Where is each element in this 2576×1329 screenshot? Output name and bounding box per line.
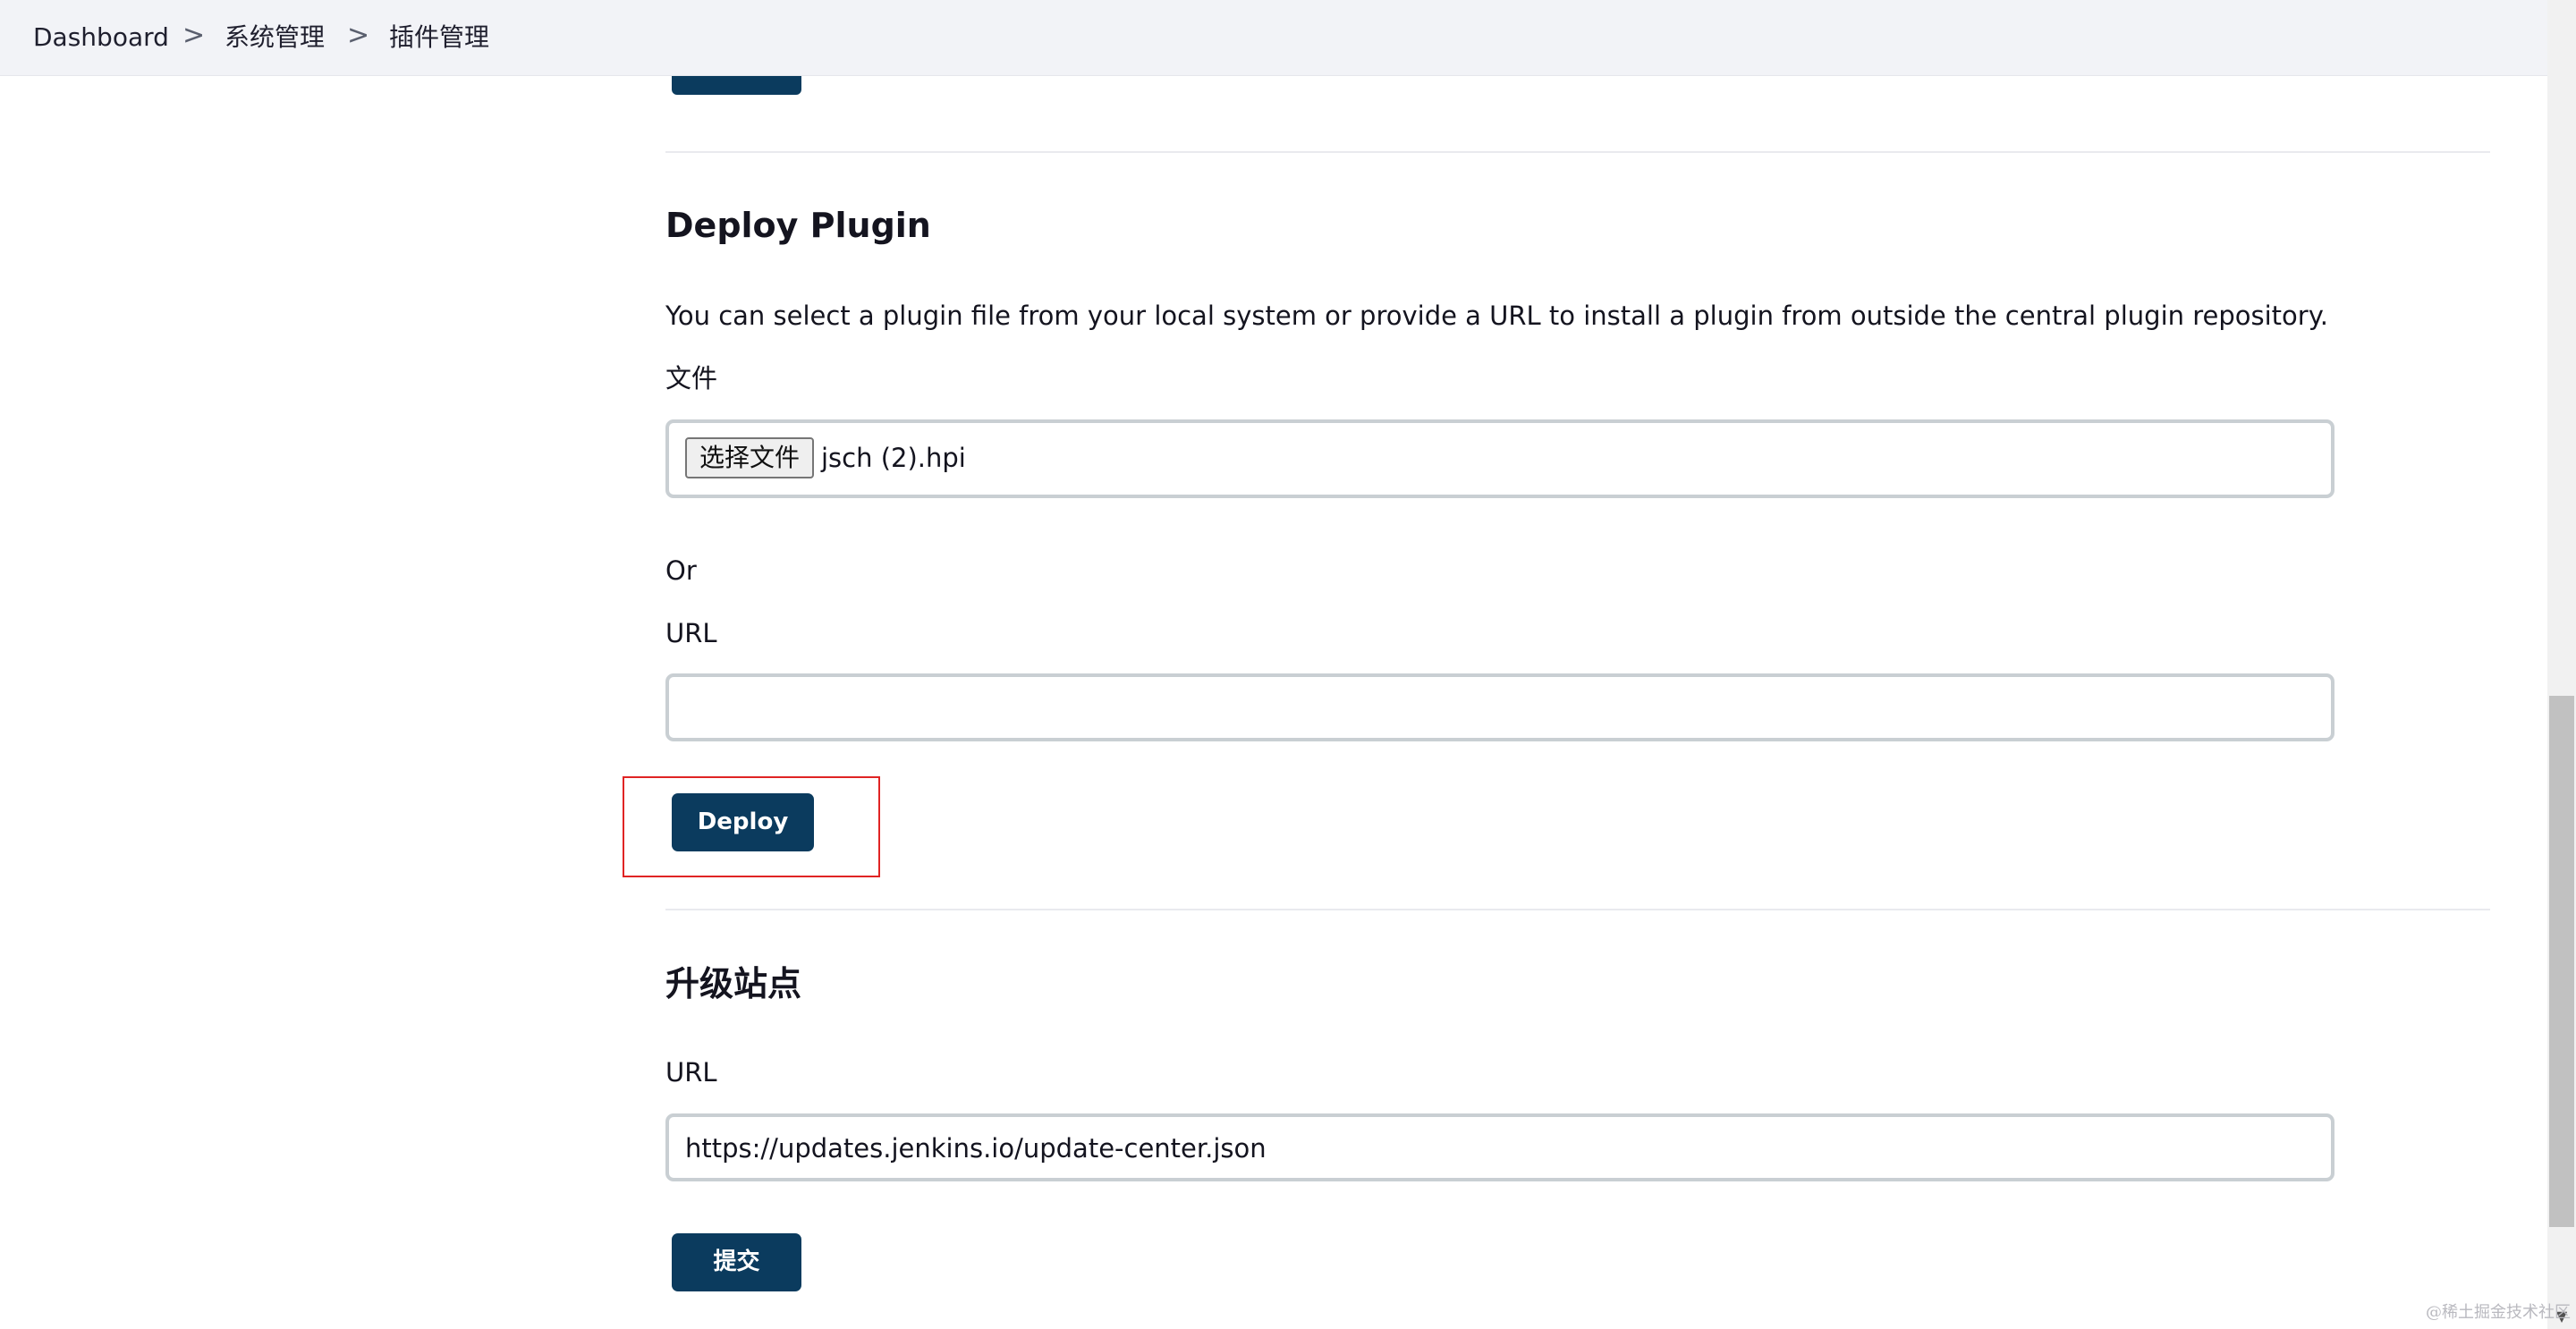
breadcrumb-item-dashboard[interactable]: Dashboard xyxy=(33,20,169,55)
update-site-url-label: URL xyxy=(665,1057,717,1088)
section-divider xyxy=(665,909,2490,910)
scrollbar-thumb[interactable] xyxy=(2549,696,2574,1227)
file-label: 文件 xyxy=(665,363,718,394)
or-label: Or xyxy=(665,555,697,586)
chevron-right-icon: > xyxy=(347,20,370,51)
update-site-url-value: https://updates.jenkins.io/update-center… xyxy=(685,1133,1267,1164)
breadcrumb: Dashboard > 系统管理 > 插件管理 xyxy=(0,0,2547,76)
section-divider xyxy=(665,151,2490,153)
deploy-plugin-title: Deploy Plugin xyxy=(665,206,931,245)
watermark: @稀土掘金技术社区 xyxy=(2426,1303,2571,1322)
file-input[interactable]: 选择文件 jsch (2).hpi xyxy=(665,419,2334,498)
url-label: URL xyxy=(665,618,717,648)
selected-file-name: jsch (2).hpi xyxy=(821,443,966,473)
breadcrumb-item-system-management[interactable]: 系统管理 xyxy=(225,20,325,55)
deploy-plugin-description: You can select a plugin file from your l… xyxy=(665,301,2328,331)
breadcrumb-item-plugin-management[interactable]: 插件管理 xyxy=(389,20,489,55)
update-site-url-input[interactable]: https://updates.jenkins.io/update-center… xyxy=(665,1113,2334,1181)
chevron-right-icon: > xyxy=(182,20,206,51)
update-site-title: 升级站点 xyxy=(665,964,802,1003)
choose-file-button[interactable]: 选择文件 xyxy=(685,437,815,478)
submit-button[interactable]: 提交 xyxy=(672,1233,801,1291)
deploy-button[interactable]: Deploy xyxy=(672,793,814,851)
plugin-url-input[interactable] xyxy=(665,673,2334,741)
